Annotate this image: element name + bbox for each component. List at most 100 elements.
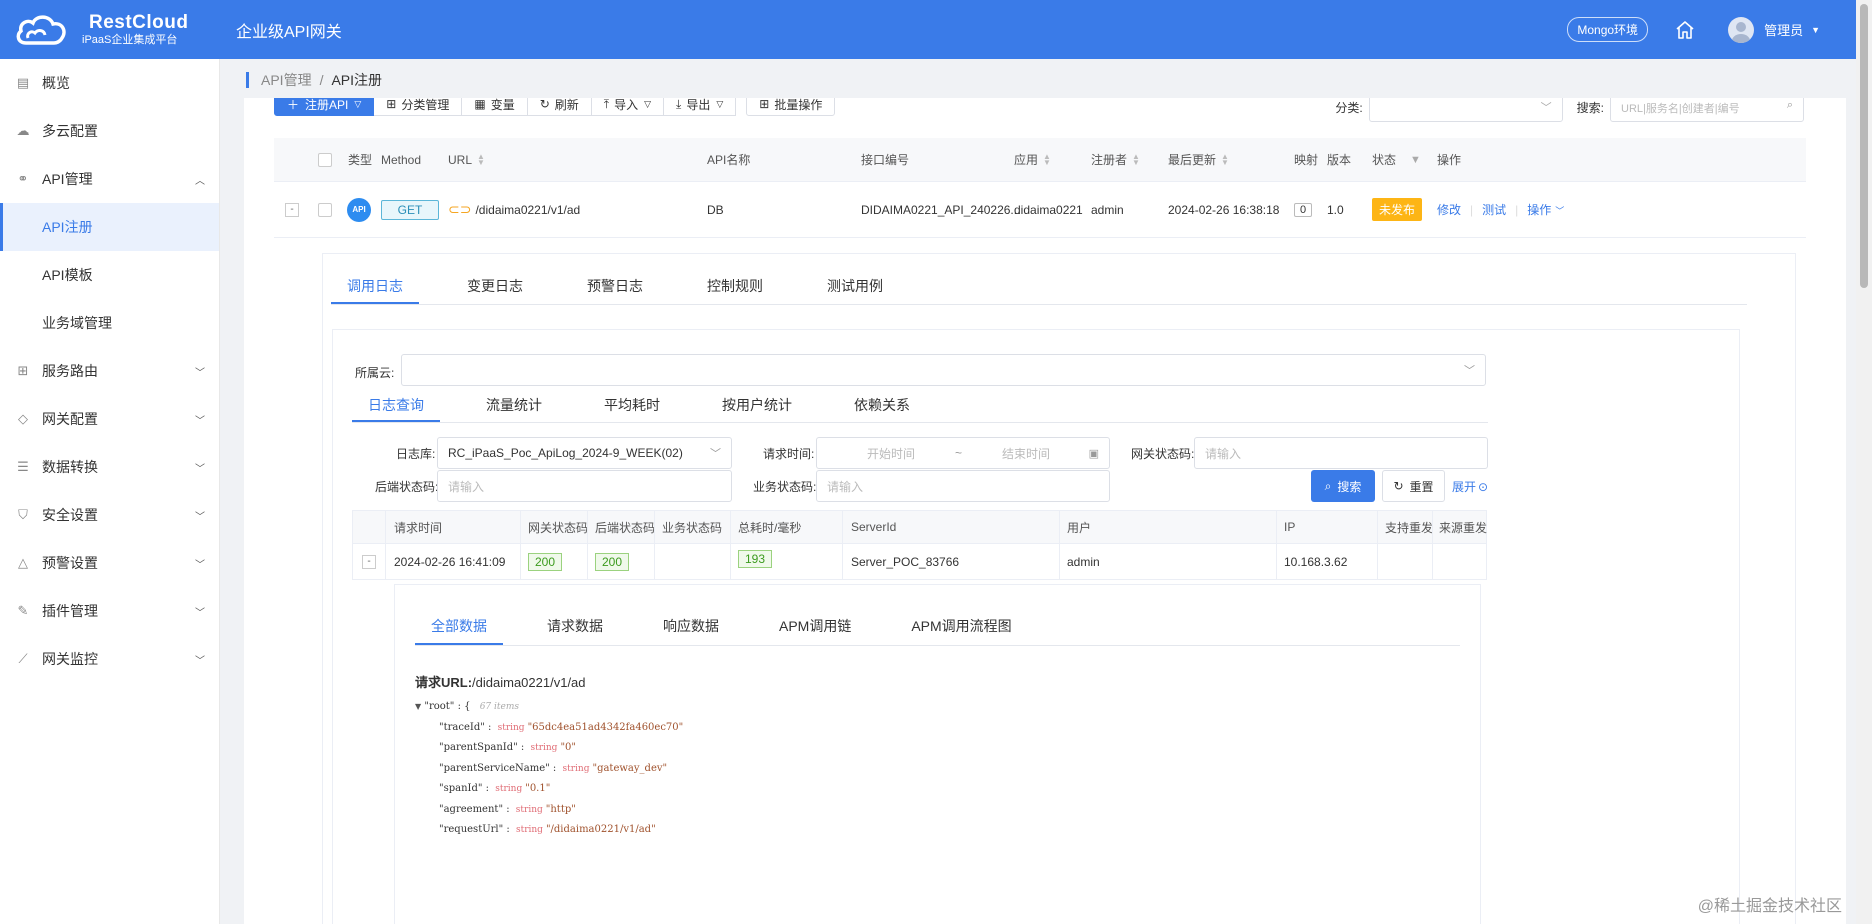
breadcrumb-parent[interactable]: API管理 bbox=[261, 70, 312, 90]
test-link[interactable]: 测试 bbox=[1482, 201, 1506, 218]
variables-button[interactable]: ▦ 变量 bbox=[462, 98, 528, 116]
chevron-down-icon: ﹀ bbox=[195, 511, 205, 523]
chevron-down-icon: ﹀ bbox=[710, 448, 721, 460]
tab-traffic-stats[interactable]: 流量统计 bbox=[470, 388, 558, 422]
tab-test-cases[interactable]: 测试用例 bbox=[811, 268, 899, 304]
env-badge[interactable]: Mongo环境 bbox=[1567, 17, 1649, 42]
tab-request-data[interactable]: 请求数据 bbox=[531, 607, 619, 645]
time-range-picker[interactable]: 开始时间 ~ 结束时间 ▣ bbox=[816, 437, 1110, 469]
sidebar-item-label: API注册 bbox=[42, 219, 93, 235]
tab-alert-log[interactable]: 预警日志 bbox=[571, 268, 659, 304]
edit-link[interactable]: 修改 bbox=[1437, 201, 1461, 218]
sidebar-item-label: 业务域管理 bbox=[42, 315, 112, 331]
category-manage-button[interactable]: ⊞ 分类管理 bbox=[374, 98, 463, 116]
batch-ops-button[interactable]: ⊞ 批量操作 bbox=[746, 98, 836, 116]
sidebar-item-data-transform[interactable]: ☰ 数据转换 ﹀ bbox=[0, 443, 219, 491]
col-gw-status: 网关状态码 bbox=[528, 520, 589, 535]
sidebar: ▤ 概览 ☁ 多云配置 ⚭ API管理 ︿ API注册 API模板 业务域管理 … bbox=[0, 59, 220, 924]
sidebar-item-service-route[interactable]: ⊞ 服务路由 ﹀ bbox=[0, 347, 219, 395]
col-app[interactable]: 应用 ▲ ▼ bbox=[1014, 138, 1051, 181]
tab-control-rules[interactable]: 控制规则 bbox=[691, 268, 779, 304]
sidebar-item-business-domain[interactable]: 业务域管理 bbox=[0, 299, 219, 347]
chevron-down-icon[interactable]: ▼ bbox=[1811, 25, 1820, 35]
row-collapse-button[interactable]: - bbox=[285, 202, 299, 217]
sidebar-item-overview[interactable]: ▤ 概览 bbox=[0, 59, 219, 107]
api-url[interactable]: /didaima0221/v1/ad bbox=[475, 203, 580, 217]
row-collapse-button[interactable]: - bbox=[362, 554, 376, 569]
category-select[interactable]: ﹀ bbox=[1368, 98, 1563, 122]
method-tag: GET bbox=[381, 199, 439, 220]
breadcrumb-current: API注册 bbox=[331, 72, 383, 88]
more-ops-link[interactable]: 操作 ﹀ bbox=[1527, 201, 1564, 218]
sidebar-item-multicloud[interactable]: ☁ 多云配置 bbox=[0, 107, 219, 155]
col-creator[interactable]: 注册者 ▲ ▼ bbox=[1091, 138, 1140, 181]
row-checkbox[interactable] bbox=[318, 202, 332, 217]
brand-logo[interactable]: RestCloud iPaaS企业集成平台 bbox=[0, 11, 236, 49]
search-button[interactable]: ⌕ 搜索 bbox=[1311, 470, 1375, 502]
sidebar-item-api-register[interactable]: API注册 bbox=[0, 203, 219, 251]
user-name[interactable]: 管理员 bbox=[1764, 20, 1803, 39]
sort-icon: ▲ ▼ bbox=[1132, 151, 1140, 167]
gw-status-input[interactable]: 请输入 bbox=[1194, 437, 1488, 469]
search-input[interactable]: URL|服务名|创建者|编号 ⌕ bbox=[1610, 98, 1804, 122]
chevron-down-icon: ﹀ bbox=[195, 655, 205, 667]
home-icon[interactable] bbox=[1674, 19, 1696, 41]
expand-filters-link[interactable]: 展开 ⊙ bbox=[1452, 478, 1488, 495]
sidebar-item-api-manage[interactable]: ⚭ API管理 ︿ bbox=[0, 155, 219, 203]
json-entry: "traceId" : string "65dc4ea51ad4342fa460e… bbox=[439, 721, 684, 733]
sidebar-item-api-template[interactable]: API模板 bbox=[0, 251, 219, 299]
sidebar-item-monitor[interactable]: ⟋ 网关监控 ﹀ bbox=[0, 635, 219, 683]
tab-user-stats[interactable]: 按用户统计 bbox=[706, 388, 808, 422]
chevron-down-icon: ﹀ bbox=[1464, 365, 1475, 377]
log-sub-tabs: 日志查询 流量统计 平均耗时 按用户统计 依赖关系 bbox=[352, 388, 926, 422]
reset-button[interactable]: ↻ 重置 bbox=[1382, 470, 1445, 502]
biz-status-input[interactable]: 请输入 bbox=[816, 470, 1110, 502]
sidebar-item-security[interactable]: ⛉ 安全设置 ﹀ bbox=[0, 491, 219, 539]
sidebar-item-plugins[interactable]: ✎ 插件管理 ﹀ bbox=[0, 587, 219, 635]
col-ip: IP bbox=[1284, 520, 1296, 534]
avatar[interactable] bbox=[1728, 16, 1755, 43]
status-badge: 未发布 bbox=[1372, 198, 1423, 221]
tab-change-log[interactable]: 变更日志 bbox=[451, 268, 539, 304]
export-button[interactable]: ⤓ 导出 ▽ bbox=[664, 98, 737, 116]
filter-icon[interactable]: ▼ bbox=[1410, 154, 1421, 166]
tab-avg-latency[interactable]: 平均耗时 bbox=[588, 388, 676, 422]
ip-value: 10.168.3.62 bbox=[1284, 554, 1348, 569]
col-method: Method bbox=[381, 152, 422, 167]
brand-sub: iPaaS企业集成平台 bbox=[82, 33, 178, 46]
gw-status-tag: 200 bbox=[528, 552, 563, 571]
tab-log-query[interactable]: 日志查询 bbox=[352, 388, 440, 422]
caret-down-icon[interactable]: ▼ bbox=[415, 702, 421, 711]
variable-icon: ▦ bbox=[474, 98, 486, 111]
tab-apm-flow[interactable]: APM调用流程图 bbox=[895, 607, 1027, 645]
table-row[interactable]: - 2024-02-26 16:41:09 200 200 193 Server… bbox=[352, 544, 1487, 580]
cloud-select[interactable]: ﹀ bbox=[401, 354, 1486, 386]
sidebar-item-alert[interactable]: △ 预警设置 ﹀ bbox=[0, 539, 219, 587]
json-entry: "agreement" : string "http" bbox=[439, 803, 576, 815]
log-db-select[interactable]: RC_iPaaS_Poc_ApiLog_2024-9_WEEK(02) ﹀ bbox=[437, 437, 732, 469]
tab-apm-chain[interactable]: APM调用链 bbox=[763, 607, 867, 645]
api-version: 1.0 bbox=[1327, 202, 1344, 217]
col-url[interactable]: URL ▲ ▼ bbox=[448, 138, 485, 181]
select-all-checkbox[interactable] bbox=[318, 152, 332, 167]
backend-status-input[interactable]: 请输入 bbox=[437, 470, 732, 502]
col-status[interactable]: 状态 ▼ bbox=[1372, 138, 1421, 181]
tab-call-log[interactable]: 调用日志 bbox=[331, 268, 419, 304]
register-api-button[interactable]: ＋ 注册API ▽ bbox=[274, 98, 375, 116]
vertical-scrollbar[interactable] bbox=[1856, 0, 1872, 924]
json-root[interactable]: ▼ "root" : { 67 items bbox=[415, 697, 683, 718]
refresh-icon: ↻ bbox=[539, 98, 550, 111]
backend-status-tag: 200 bbox=[595, 552, 630, 571]
import-button[interactable]: ⤒ 导入 ▽ bbox=[591, 98, 665, 116]
tab-response-data[interactable]: 响应数据 bbox=[647, 607, 735, 645]
refresh-button[interactable]: ↻ 刷新 bbox=[527, 98, 592, 116]
api-name: DB bbox=[707, 202, 724, 217]
tab-dependencies[interactable]: 依赖关系 bbox=[838, 388, 926, 422]
scrollbar-thumb[interactable] bbox=[1860, 4, 1868, 288]
table-row[interactable]: - API GET ⊂⊃/didaima0221/v1/ad DB DIDAIM… bbox=[274, 182, 1806, 238]
tab-all-data[interactable]: 全部数据 bbox=[415, 607, 503, 645]
chevron-down-icon: ﹀ bbox=[195, 559, 205, 571]
json-entry: "parentServiceName" : string "gateway_dev… bbox=[439, 762, 668, 774]
sidebar-item-gateway-config[interactable]: ◇ 网关配置 ﹀ bbox=[0, 395, 219, 443]
col-updated[interactable]: 最后更新 ▲ ▼ bbox=[1168, 138, 1229, 181]
